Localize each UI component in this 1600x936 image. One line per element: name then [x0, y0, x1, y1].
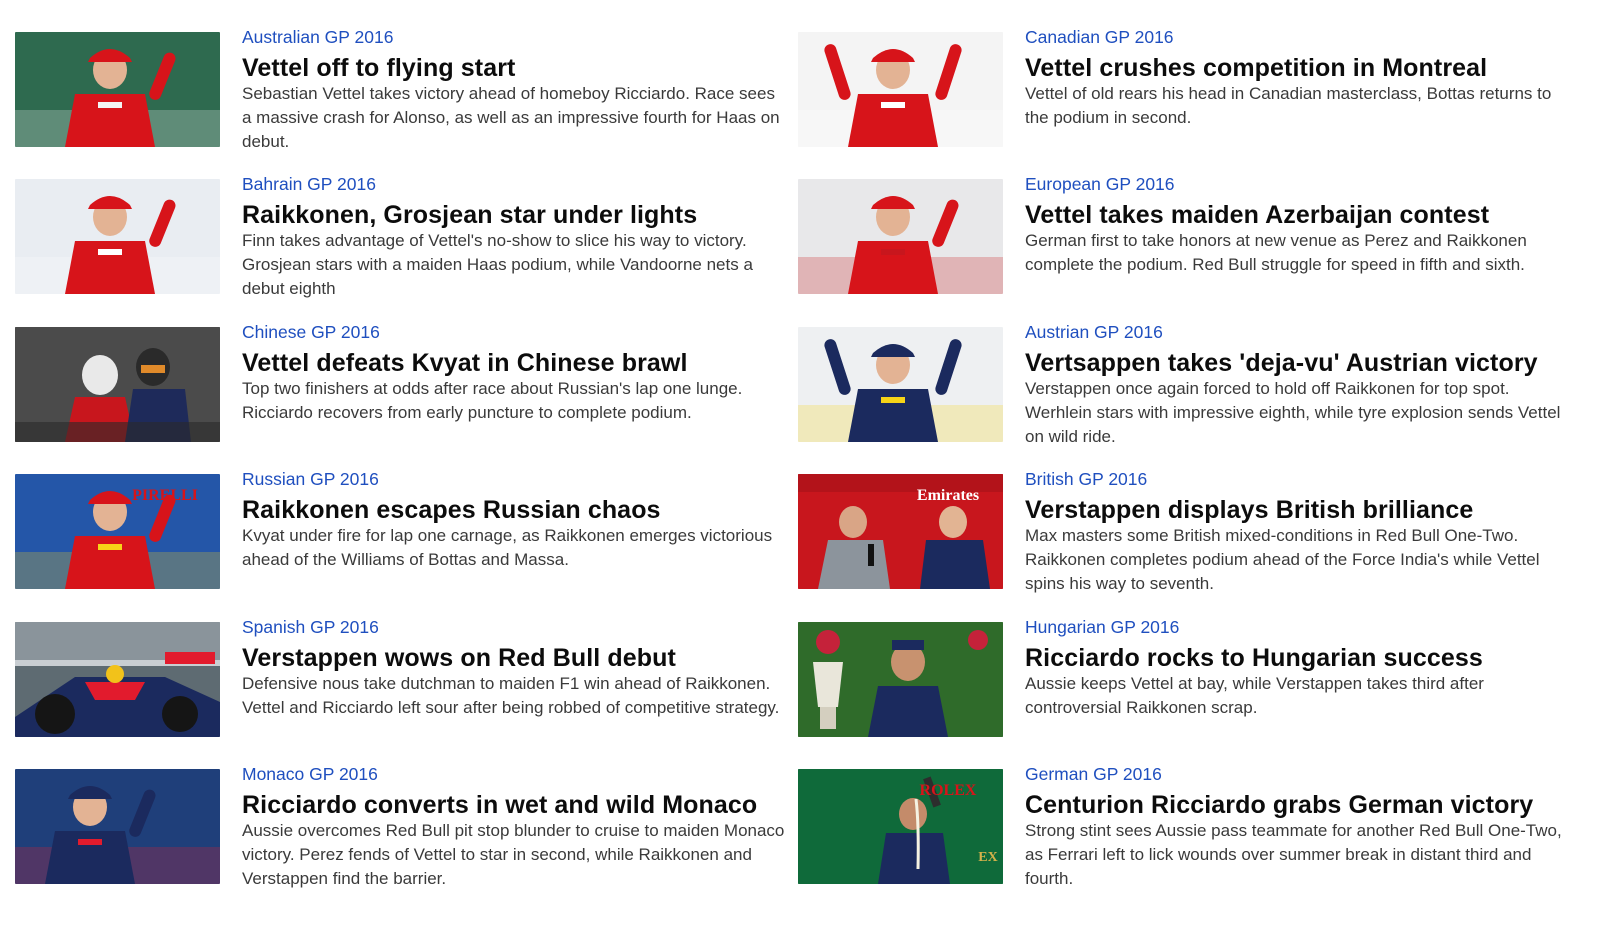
article-card[interactable]: Austrian GP 2016 Vertsappen takes 'deja-v…	[798, 322, 1578, 467]
article-headline[interactable]: Vettel off to flying start	[242, 53, 787, 83]
article-card[interactable]: Canadian GP 2016 Vettel crushes competiti…	[798, 27, 1578, 172]
article-kicker[interactable]: European GP 2016	[1025, 173, 1570, 195]
article-kicker[interactable]: Monaco GP 2016	[242, 763, 787, 785]
article-text: Austrian GP 2016 Vertsappen takes 'deja-v…	[1025, 321, 1570, 449]
article-summary: Sebastian Vettel takes victory ahead of …	[242, 84, 780, 151]
article-headline[interactable]: Raikkonen, Grosjean star under lights	[242, 200, 787, 230]
article-text: Spanish GP 2016 Verstappen wows on Red Bu…	[242, 616, 787, 720]
article-summary: Verstappen once again forced to hold off…	[1025, 379, 1561, 446]
article-text: Hungarian GP 2016 Ricciardo rocks to Hung…	[1025, 616, 1570, 720]
article-headline[interactable]: Vettel crushes competition in Montreal	[1025, 53, 1570, 83]
article-text: Monaco GP 2016 Ricciardo converts in wet …	[242, 763, 787, 891]
article-summary: Kvyat under fire for lap one carnage, as…	[242, 526, 773, 569]
article-thumbnail-driver-podium-photo[interactable]	[798, 179, 1003, 294]
article-kicker[interactable]: German GP 2016	[1025, 763, 1570, 785]
svg-text:Emirates: Emirates	[917, 487, 979, 504]
article-summary: Max masters some British mixed-condition…	[1025, 526, 1540, 593]
article-kicker[interactable]: Australian GP 2016	[242, 26, 787, 48]
article-card[interactable]: PIRELLI Russian GP 2016 Raikkonen escapes …	[15, 469, 795, 614]
article-card[interactable]: Chinese GP 2016 Vettel defeats Kvyat in C…	[15, 322, 795, 467]
article-thumbnail-race-car-photo[interactable]	[15, 622, 220, 737]
article-headline[interactable]: Ricciardo converts in wet and wild Monac…	[242, 790, 787, 820]
article-card[interactable]: Spanish GP 2016 Verstappen wows on Red Bu…	[15, 617, 795, 762]
article-headline[interactable]: Raikkonen escapes Russian chaos	[242, 495, 787, 525]
article-thumbnail-driver-champagne-photo[interactable]: ROLEX EX	[798, 769, 1003, 884]
article-text: Canadian GP 2016 Vettel crushes competiti…	[1025, 26, 1570, 130]
article-thumbnail-driver-portrait-photo[interactable]	[15, 769, 220, 884]
article-card[interactable]: Bahrain GP 2016 Raikkonen, Grosjean star …	[15, 174, 795, 319]
article-thumbnail-driver-podium-photo[interactable]: PIRELLI	[15, 474, 220, 589]
article-thumbnail-driver-podium-photo[interactable]	[15, 32, 220, 147]
article-summary: Vettel of old rears his head in Canadian…	[1025, 84, 1552, 127]
article-summary: Aussie keeps Vettel at bay, while Versta…	[1025, 674, 1484, 717]
article-text: Russian GP 2016 Raikkonen escapes Russian…	[242, 468, 787, 572]
article-summary: Finn takes advantage of Vettel's no-show…	[242, 231, 753, 298]
svg-text:PIRELLI: PIRELLI	[132, 487, 198, 504]
article-thumbnail-driver-celebrating-photo[interactable]	[798, 327, 1003, 442]
article-card[interactable]: Hungarian GP 2016 Ricciardo rocks to Hung…	[798, 617, 1578, 762]
article-kicker[interactable]: Russian GP 2016	[242, 468, 787, 490]
article-text: Chinese GP 2016 Vettel defeats Kvyat in C…	[242, 321, 787, 425]
article-thumbnail-driver-trophy-photo[interactable]	[798, 622, 1003, 737]
article-text: Bahrain GP 2016 Raikkonen, Grosjean star …	[242, 173, 787, 301]
article-summary: Top two finishers at odds after race abo…	[242, 379, 743, 422]
article-headline[interactable]: Vettel defeats Kvyat in Chinese brawl	[242, 348, 787, 378]
article-text: German GP 2016 Centurion Ricciardo grabs …	[1025, 763, 1570, 891]
article-summary: Aussie overcomes Red Bull pit stop blund…	[242, 821, 785, 888]
news-grid: Australian GP 2016 Vettel off to flying s…	[0, 0, 1600, 936]
article-text: Australian GP 2016 Vettel off to flying s…	[242, 26, 787, 154]
article-headline[interactable]: Verstappen wows on Red Bull debut	[242, 643, 787, 673]
article-card[interactable]: Monaco GP 2016 Ricciardo converts in wet …	[15, 764, 795, 909]
article-card[interactable]: European GP 2016 Vettel takes maiden Azer…	[798, 174, 1578, 319]
svg-text:ROLEX: ROLEX	[920, 782, 977, 799]
article-kicker[interactable]: Bahrain GP 2016	[242, 173, 787, 195]
article-summary: Strong stint sees Aussie pass teammate f…	[1025, 821, 1562, 888]
article-card[interactable]: ROLEX EX German GP 2016 Centurion Ricciardo…	[798, 764, 1578, 909]
article-headline[interactable]: Vertsappen takes 'deja-vu' Austrian vict…	[1025, 348, 1570, 378]
article-thumbnail-two-drivers-photo[interactable]	[15, 327, 220, 442]
article-headline[interactable]: Verstappen displays British brilliance	[1025, 495, 1570, 525]
article-text: British GP 2016 Verstappen displays Briti…	[1025, 468, 1570, 596]
article-kicker[interactable]: Hungarian GP 2016	[1025, 616, 1570, 638]
svg-text:EX: EX	[978, 850, 997, 865]
article-headline[interactable]: Vettel takes maiden Azerbaijan contest	[1025, 200, 1570, 230]
article-card[interactable]: Australian GP 2016 Vettel off to flying s…	[15, 27, 795, 172]
article-kicker[interactable]: Chinese GP 2016	[242, 321, 787, 343]
article-kicker[interactable]: British GP 2016	[1025, 468, 1570, 490]
article-kicker[interactable]: Canadian GP 2016	[1025, 26, 1570, 48]
article-headline[interactable]: Ricciardo rocks to Hungarian success	[1025, 643, 1570, 673]
article-kicker[interactable]: Austrian GP 2016	[1025, 321, 1570, 343]
article-thumbnail-driver-celebrating-photo[interactable]	[798, 32, 1003, 147]
article-kicker[interactable]: Spanish GP 2016	[242, 616, 787, 638]
article-thumbnail-driver-podium-photo[interactable]	[15, 179, 220, 294]
article-summary: Defensive nous take dutchman to maiden F…	[242, 674, 780, 717]
article-summary: German first to take honors at new venue…	[1025, 231, 1527, 274]
article-thumbnail-interview-photo[interactable]: Emirates	[798, 474, 1003, 589]
article-text: European GP 2016 Vettel takes maiden Azer…	[1025, 173, 1570, 277]
article-headline[interactable]: Centurion Ricciardo grabs German victory	[1025, 790, 1570, 820]
article-card[interactable]: Emirates British GP 2016 Verstappen displa…	[798, 469, 1578, 614]
